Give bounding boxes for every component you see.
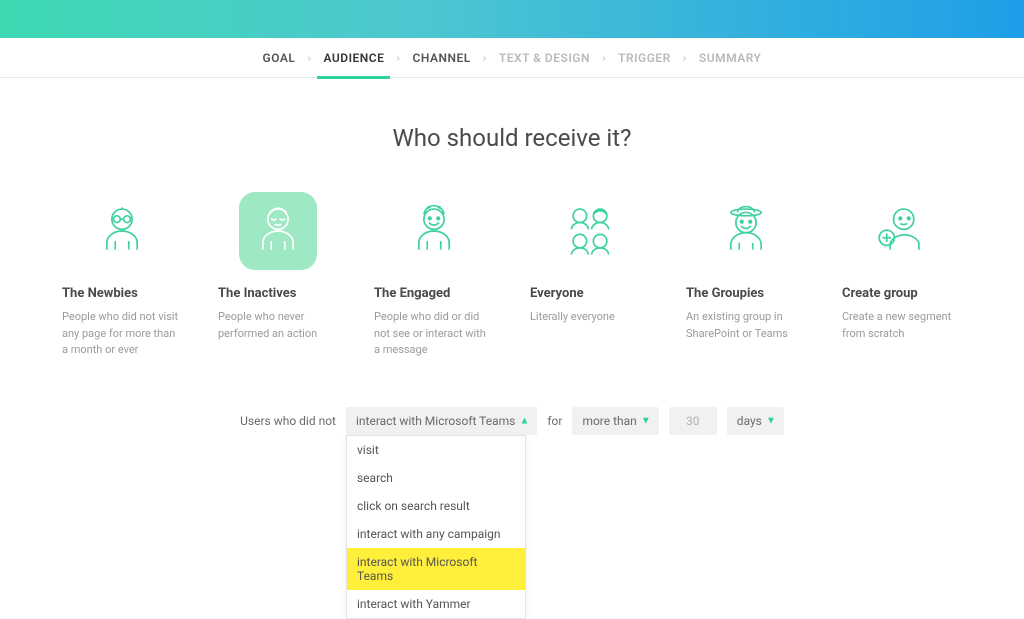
caret-up-icon: ▲: [519, 415, 529, 426]
rule-builder: Users who did not interact with Microsof…: [0, 407, 1024, 435]
card-desc: Literally everyone: [530, 309, 615, 326]
days-input[interactable]: 30: [669, 407, 717, 435]
card-title: The Groupies: [686, 286, 764, 301]
person-hat-icon: [707, 192, 785, 270]
card-title: The Newbies: [62, 286, 138, 301]
card-desc: People who never performed an action: [218, 309, 338, 342]
unit-value: days: [737, 414, 762, 428]
comparator-select[interactable]: more than ▼: [572, 407, 658, 435]
rule-prefix: Users who did not: [240, 407, 336, 435]
wizard-stepper: GOAL › AUDIENCE › CHANNEL › TEXT & DESIG…: [0, 38, 1024, 78]
header-gradient: [0, 0, 1024, 38]
audience-card-everyone[interactable]: Everyone Literally everyone: [530, 192, 650, 359]
card-desc: An existing group in SharePoint or Teams: [686, 309, 806, 342]
dropdown-item[interactable]: interact with any campaign: [347, 520, 525, 548]
page-title: Who should receive it?: [0, 124, 1024, 152]
chevron-right-icon: ›: [394, 51, 402, 65]
audience-card-newbies[interactable]: The Newbies People who did not visit any…: [62, 192, 182, 359]
card-desc: People who did not visit any page for mo…: [62, 309, 182, 359]
person-plus-icon: [863, 192, 941, 270]
days-value: 30: [686, 414, 700, 428]
audience-card-grid: The Newbies People who did not visit any…: [0, 192, 1024, 359]
dropdown-item[interactable]: search: [347, 464, 525, 492]
step-summary[interactable]: SUMMARY: [689, 38, 772, 78]
rule-for-label: for: [547, 407, 562, 435]
card-title: The Engaged: [374, 286, 450, 301]
chevron-right-icon: ›: [600, 51, 608, 65]
dropdown-item[interactable]: interact with Yammer: [347, 590, 525, 618]
caret-down-icon: ▼: [641, 415, 651, 426]
step-audience[interactable]: AUDIENCE: [313, 38, 394, 78]
person-sleep-icon: [239, 192, 317, 270]
person-glasses-icon: [83, 192, 161, 270]
audience-card-groupies[interactable]: The Groupies An existing group in ShareP…: [686, 192, 806, 359]
audience-card-inactives[interactable]: The Inactives People who never performed…: [218, 192, 338, 359]
audience-card-engaged[interactable]: The Engaged People who did or did not se…: [374, 192, 494, 359]
card-desc: Create a new segment from scratch: [842, 309, 962, 342]
step-goal[interactable]: GOAL: [253, 38, 306, 78]
action-select-value: interact with Microsoft Teams: [356, 414, 515, 428]
comparator-value: more than: [582, 414, 636, 428]
card-title: Create group: [842, 286, 918, 301]
person-happy-icon: [395, 192, 473, 270]
step-text-design[interactable]: TEXT & DESIGN: [489, 38, 600, 78]
audience-card-create[interactable]: Create group Create a new segment from s…: [842, 192, 962, 359]
dropdown-item[interactable]: interact with Microsoft Teams: [347, 548, 525, 590]
chevron-right-icon: ›: [305, 51, 313, 65]
dropdown-item[interactable]: click on search result: [347, 492, 525, 520]
unit-select[interactable]: days ▼: [727, 407, 784, 435]
card-desc: People who did or did not see or interac…: [374, 309, 494, 359]
caret-down-icon: ▼: [766, 415, 776, 426]
people-group-icon: [551, 192, 629, 270]
action-select-wrap: interact with Microsoft Teams ▲ visit se…: [346, 407, 537, 435]
action-dropdown: visit search click on search result inte…: [346, 435, 526, 619]
card-title: Everyone: [530, 286, 584, 301]
chevron-right-icon: ›: [481, 51, 489, 65]
dropdown-item[interactable]: visit: [347, 436, 525, 464]
action-select[interactable]: interact with Microsoft Teams ▲: [346, 407, 537, 435]
step-trigger[interactable]: TRIGGER: [608, 38, 681, 78]
chevron-right-icon: ›: [681, 51, 689, 65]
card-title: The Inactives: [218, 286, 296, 301]
step-channel[interactable]: CHANNEL: [403, 38, 481, 78]
